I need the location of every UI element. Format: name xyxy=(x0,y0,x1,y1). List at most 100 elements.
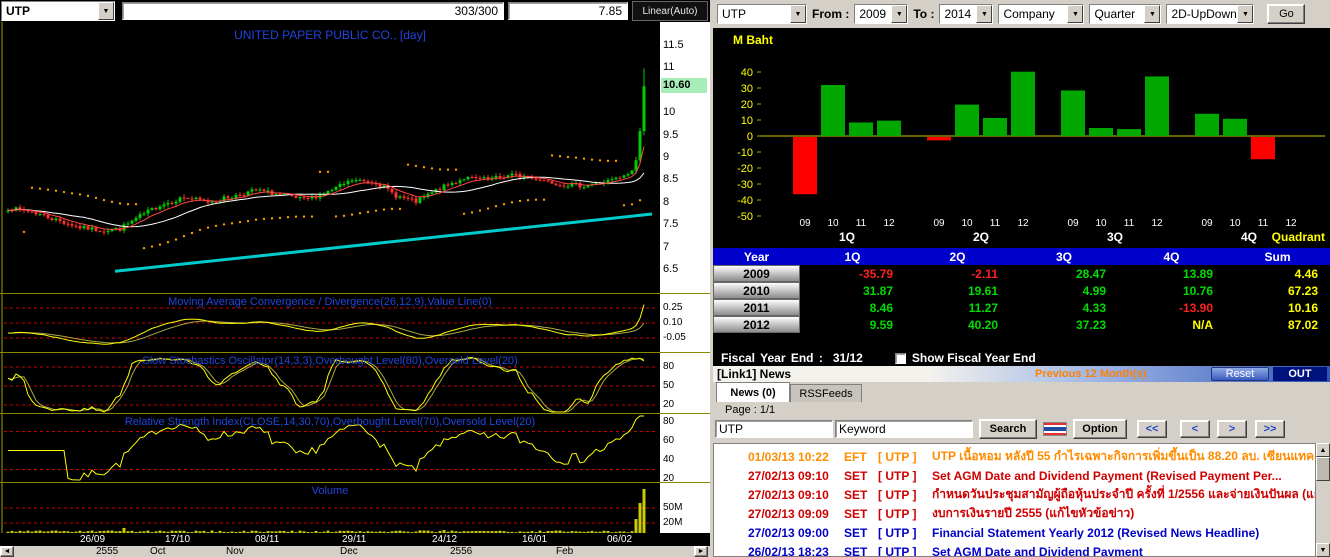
news-headline: Set AGM Date and Dividend Payment xyxy=(932,544,1143,557)
svg-text:12: 12 xyxy=(1017,218,1029,229)
to-year-combo[interactable]: 2014 ▼ xyxy=(939,4,994,24)
first-page-button[interactable]: << xyxy=(1137,420,1167,438)
news-item[interactable]: 27/02/13 09:00 SET [ UTP ] Financial Statem… xyxy=(714,523,1315,542)
option-button[interactable]: Option xyxy=(1073,419,1127,439)
left-symbol-combo[interactable]: UTP ▼ xyxy=(1,1,115,21)
news-date: 01/03/13 10:22 xyxy=(748,449,829,464)
value-cell: 13.89 xyxy=(1182,266,1213,281)
chevron-down-icon[interactable]: ▼ xyxy=(98,2,114,20)
news-item[interactable]: 27/02/13 09:10 SET [ UTP ] Set AGM Date and… xyxy=(714,466,1315,485)
table-row[interactable]: 2011 8.46 11.27 4.33 -13.90 10.16 xyxy=(713,299,1330,316)
scroll-year-label: 2556 xyxy=(450,546,473,557)
tab-news[interactable]: News (0) xyxy=(716,382,790,402)
value-cell: 4.99 xyxy=(1082,283,1106,298)
from-year-value: 2009 xyxy=(859,7,887,21)
sum-cell: 87.02 xyxy=(1287,317,1318,332)
news-source: SET xyxy=(844,487,868,502)
news-item[interactable]: 27/02/13 09:10 SET [ UTP ] กำหนดวันประชุมสา… xyxy=(714,485,1315,504)
value-cell: 4.33 xyxy=(1082,300,1106,315)
value-cell: -35.79 xyxy=(858,266,893,281)
table-row[interactable]: 2012 9.59 40.20 37.23 N/A 87.02 xyxy=(713,316,1330,333)
trading-app: UTP ▼ 303/300 7.85 Linear(Auto) UNITED P… xyxy=(0,0,1330,557)
news-symbol: [ UTP ] xyxy=(878,449,917,464)
scroll-thumb[interactable] xyxy=(1316,457,1330,481)
quarterly-table: Year 1Q 2Q 3Q 4Q Sum 2009 -35.79 -2.11 28.4… xyxy=(713,248,1330,350)
table-header: Year xyxy=(743,249,770,264)
rsi-tick: 80 xyxy=(663,416,675,427)
bars-count-field[interactable]: 303/300 xyxy=(122,2,504,20)
news-item[interactable]: 01/03/13 10:22 EFT [ UTP ] UTP เนื้อหอม หลั… xyxy=(714,447,1315,466)
fiscal-bar: Fiscal Year End : 31/12 Show Fiscal Year… xyxy=(713,350,1330,366)
svg-text:-20: -20 xyxy=(737,163,753,175)
news-scrollbar[interactable]: ▲ ▼ xyxy=(1316,443,1330,557)
news-headline: งบการเงินรายปี 2555 (แก้ไขหัวข้อข่าว) xyxy=(932,506,1135,520)
svg-text:Quadrant: Quadrant xyxy=(1272,230,1325,244)
price-tick: 10 xyxy=(663,106,676,118)
chart-style-value: 2D-UpDown xyxy=(1171,7,1237,21)
date-tick: 17/10 xyxy=(165,534,191,545)
volume-title: Volume xyxy=(311,485,349,497)
value-cell: 40.20 xyxy=(967,317,998,332)
chevron-down-icon[interactable]: ▼ xyxy=(976,5,993,23)
news-symbol: [ UTP ] xyxy=(878,468,917,483)
news-item[interactable]: 26/02/13 18:23 SET [ UTP ] Set AGM Date and… xyxy=(714,542,1315,557)
prev-page-button[interactable]: < xyxy=(1180,420,1210,438)
news-symbol: [ UTP ] xyxy=(878,487,917,502)
keyword-input[interactable] xyxy=(835,420,973,438)
view-combo[interactable]: Company ▼ xyxy=(998,4,1085,24)
next-page-button[interactable]: > xyxy=(1217,420,1247,438)
table-row[interactable]: 2009 -35.79 -2.11 28.47 13.89 4.46 xyxy=(713,265,1330,282)
price-step-field[interactable]: 7.85 xyxy=(508,2,628,20)
thai-flag-icon[interactable] xyxy=(1043,422,1067,436)
value-cell: 11.27 xyxy=(968,300,998,315)
svg-text:11: 11 xyxy=(856,218,867,229)
last-page-button[interactable]: >> xyxy=(1255,420,1285,438)
chevron-down-icon[interactable]: ▼ xyxy=(1067,5,1084,23)
chevron-down-icon[interactable]: ▼ xyxy=(1237,5,1254,23)
svg-text:10: 10 xyxy=(1229,218,1241,229)
svg-text:09: 09 xyxy=(1067,218,1079,229)
previous-months-label: Previous 12 Month(s) xyxy=(1035,368,1147,380)
volume-tick: 20M xyxy=(663,517,683,528)
chevron-down-icon[interactable]: ▼ xyxy=(1144,5,1161,23)
news-item[interactable]: 27/02/13 09:09 SET [ UTP ] งบการเงินรายปี 2… xyxy=(714,504,1315,523)
right-symbol-combo[interactable]: UTP ▼ xyxy=(717,4,807,24)
price-chart: UNITED PAPER PUBLIC CO., [day] xyxy=(0,22,660,293)
search-button[interactable]: Search xyxy=(979,419,1037,439)
out-button[interactable]: OUT xyxy=(1273,367,1327,381)
fiscal-checkbox[interactable] xyxy=(894,352,906,364)
date-tick: 26/09 xyxy=(80,534,106,545)
period-combo[interactable]: Quarter ▼ xyxy=(1089,4,1162,24)
date-axis: 26/09 17/10 08/11 29/11 24/12 16/01 06/0… xyxy=(0,533,710,546)
candlestick-canvas xyxy=(1,22,653,293)
price-tick: 8 xyxy=(663,196,670,208)
scroll-up-button[interactable]: ▲ xyxy=(1316,443,1330,457)
chevron-down-icon[interactable]: ▼ xyxy=(891,5,908,23)
svg-text:10: 10 xyxy=(741,115,753,127)
scale-mode-button[interactable]: Linear(Auto) xyxy=(632,1,708,21)
symbol-input[interactable] xyxy=(715,420,833,438)
news-source: SET xyxy=(844,544,868,557)
news-headline: กำหนดวันประชุมสามัญผู้ถือหุ้นประจำปี ครั… xyxy=(932,487,1315,501)
chart-style-combo[interactable]: 2D-UpDown ▼ xyxy=(1166,4,1255,24)
stochastics-panel: Slow Stochastics Oscillator(14,3,3),Over… xyxy=(0,352,660,413)
scroll-down-button[interactable]: ▼ xyxy=(1316,543,1330,557)
svg-text:12: 12 xyxy=(1151,218,1163,229)
year-cell: 2009 xyxy=(713,265,800,282)
price-tick: 11 xyxy=(663,61,675,73)
rsi-tick: 60 xyxy=(663,435,675,446)
tab-rssfeeds[interactable]: RSSFeeds xyxy=(790,384,862,402)
table-header: 1Q xyxy=(844,249,861,264)
chevron-down-icon[interactable]: ▼ xyxy=(790,5,806,23)
reset-button[interactable]: Reset xyxy=(1211,367,1269,381)
table-row[interactable]: 2010 31.87 19.61 4.99 10.76 67.23 xyxy=(713,282,1330,299)
chart-hscrollbar[interactable]: ◄ 2555 Oct Nov Dec 2556 Feb ► xyxy=(0,546,710,557)
from-year-combo[interactable]: 2009 ▼ xyxy=(854,4,909,24)
go-button[interactable]: Go xyxy=(1267,4,1306,24)
svg-text:4Q: 4Q xyxy=(1241,230,1257,244)
news-symbol: [ UTP ] xyxy=(878,506,917,521)
svg-text:2Q: 2Q xyxy=(973,230,989,244)
date-tick: 08/11 xyxy=(255,534,280,545)
scroll-left-button[interactable]: ◄ xyxy=(0,546,14,557)
scroll-right-button[interactable]: ► xyxy=(694,546,708,557)
